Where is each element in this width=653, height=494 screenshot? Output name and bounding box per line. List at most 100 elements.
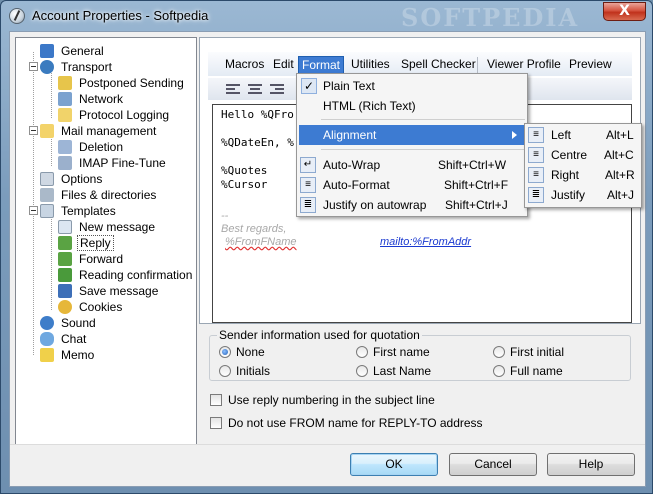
menu-item-label: Alignment — [323, 128, 377, 142]
align-left-icon: ≡ — [528, 127, 544, 143]
justify-autowrap-icon: ≣ — [300, 197, 316, 213]
cancel-button[interactable]: Cancel — [449, 453, 537, 476]
watermark-logo: SOFTPEDIA — [401, 3, 580, 32]
collapse-mail-management-toggle[interactable] — [29, 126, 38, 135]
checkbox-label: Use reply numbering in the subject line — [228, 393, 435, 407]
menu-align-right[interactable]: ≡ Right Alt+R — [525, 165, 641, 185]
menu-shortcut: Alt+J — [607, 188, 635, 202]
title-bar[interactable]: Account Properties - Softpedia SOFTPEDIA… — [1, 1, 652, 32]
radio-label: First name — [373, 345, 430, 359]
tree-item-label: Templates — [61, 204, 116, 218]
menu-justify-autowrap[interactable]: ≣ Justify on autowrap Shift+Ctrl+J — [297, 195, 527, 215]
radio-label: Initials — [236, 364, 271, 378]
tree-item-label: General — [61, 44, 104, 58]
menu-item-label: Auto-Wrap — [323, 158, 381, 172]
tree-item-label: Mail management — [61, 124, 157, 138]
align-left-tool-icon[interactable] — [226, 82, 242, 96]
menu-align-justify[interactable]: ≣ Justify Alt+J — [525, 185, 641, 205]
tree-item-label: Files & directories — [61, 188, 157, 202]
menu-spell-checker[interactable]: Spell Checker — [398, 56, 479, 74]
align-right-icon: ≡ — [528, 167, 544, 183]
align-right-tool-icon[interactable] — [270, 82, 286, 96]
radio-dot — [356, 346, 368, 358]
tree-guide-line — [51, 212, 52, 310]
chat-icon — [40, 332, 54, 346]
collapse-templates-toggle[interactable] — [29, 206, 38, 215]
button-separator — [10, 444, 645, 445]
sender-info-group: Sender information used for quotation No… — [209, 328, 631, 381]
tree-item-label: Network — [79, 92, 124, 106]
menu-alignment[interactable]: Alignment — [299, 125, 525, 145]
menu-auto-wrap[interactable]: ↵ Auto-Wrap Shift+Ctrl+W — [297, 155, 527, 175]
submenu-arrow-icon — [512, 131, 517, 139]
template-line: %QDateEn, % — [221, 136, 294, 149]
tree-item-label: Reply — [77, 235, 114, 251]
menu-shortcut: Alt+R — [605, 168, 635, 182]
menu-align-centre[interactable]: ≡ Centre Alt+C — [525, 145, 641, 165]
options-icon — [40, 172, 54, 186]
checkmark-icon: ✓ — [301, 78, 317, 94]
confirmation-icon — [58, 268, 72, 282]
menu-plain-text[interactable]: ✓ Plain Text — [297, 76, 527, 96]
signature-mailto-link[interactable]: mailto:%FromAddr — [380, 236, 471, 248]
save-icon — [58, 284, 72, 298]
postponed-icon — [58, 76, 72, 90]
tree-item-label: Transport — [61, 60, 112, 74]
menu-utilities[interactable]: Utilities — [348, 56, 393, 74]
radio-label: Last Name — [373, 364, 432, 378]
ok-button[interactable]: OK — [350, 453, 438, 476]
close-button[interactable]: X — [603, 2, 646, 21]
template-line: %Quotes — [221, 164, 268, 177]
sound-icon — [40, 316, 54, 330]
reply-icon — [58, 236, 72, 250]
align-center-tool-icon[interactable] — [248, 82, 264, 96]
menu-html-rich-text[interactable]: HTML (Rich Text) — [297, 96, 527, 116]
tree-item-label: Reading confirmation — [79, 268, 193, 282]
app-icon — [9, 8, 25, 24]
files-icon — [40, 188, 54, 202]
menu-preview[interactable]: Preview — [566, 56, 615, 74]
tree-item-label: Sound — [61, 316, 96, 330]
signature-dash: -- — [221, 210, 229, 222]
deletion-icon — [58, 140, 72, 154]
template-line: %Cursor — [221, 178, 268, 191]
sender-group-title: Sender information used for quotation — [217, 328, 422, 342]
collapse-transport-toggle[interactable] — [29, 62, 38, 71]
general-icon — [40, 44, 54, 58]
align-center-icon: ≡ — [528, 147, 544, 163]
menu-format[interactable]: Format — [298, 56, 345, 74]
network-icon — [58, 92, 72, 106]
menu-shortcut: Shift+Ctrl+F — [444, 178, 509, 192]
menu-shortcut: Shift+Ctrl+W — [438, 158, 507, 172]
radio-dot — [356, 365, 368, 377]
menu-item-label: HTML (Rich Text) — [323, 99, 416, 113]
radio-dot — [219, 346, 231, 358]
menu-shortcut: Alt+L — [606, 128, 634, 142]
radio-label: Full name — [510, 364, 563, 378]
menu-item-label: Centre — [551, 148, 588, 162]
tree-guide-line — [33, 52, 34, 355]
forward-icon — [58, 252, 72, 266]
menu-shortcut: Alt+C — [604, 148, 634, 162]
tree-item-label: Postponed Sending — [79, 76, 184, 90]
menu-shortcut: Shift+Ctrl+J — [445, 198, 508, 212]
menu-align-left[interactable]: ≡ Left Alt+L — [525, 125, 641, 145]
templates-icon — [40, 204, 54, 218]
auto-wrap-icon: ↵ — [300, 157, 316, 173]
radio-dot — [493, 365, 505, 377]
menu-edit[interactable]: Edit — [270, 56, 297, 74]
settings-tree[interactable]: General Transport Postponed Sending Netw… — [15, 37, 197, 445]
help-button[interactable]: Help — [547, 453, 635, 476]
menu-auto-format[interactable]: ≡ Auto-Format Shift+Ctrl+F — [297, 175, 527, 195]
menu-macros[interactable]: Macros — [222, 56, 267, 74]
menu-item-label: Plain Text — [323, 79, 375, 93]
menu-viewer-profile[interactable]: Viewer Profile — [484, 56, 564, 74]
tree-item-label: Deletion — [79, 140, 124, 154]
tree-item-label: Save message — [79, 284, 159, 298]
align-justify-icon: ≣ — [528, 187, 544, 203]
tree-item-label: Protocol Logging — [79, 108, 170, 122]
auto-format-icon: ≡ — [300, 177, 316, 193]
tree-item-label: Forward — [79, 252, 124, 266]
transport-icon — [40, 60, 54, 74]
window-title: Account Properties - Softpedia — [32, 8, 209, 23]
